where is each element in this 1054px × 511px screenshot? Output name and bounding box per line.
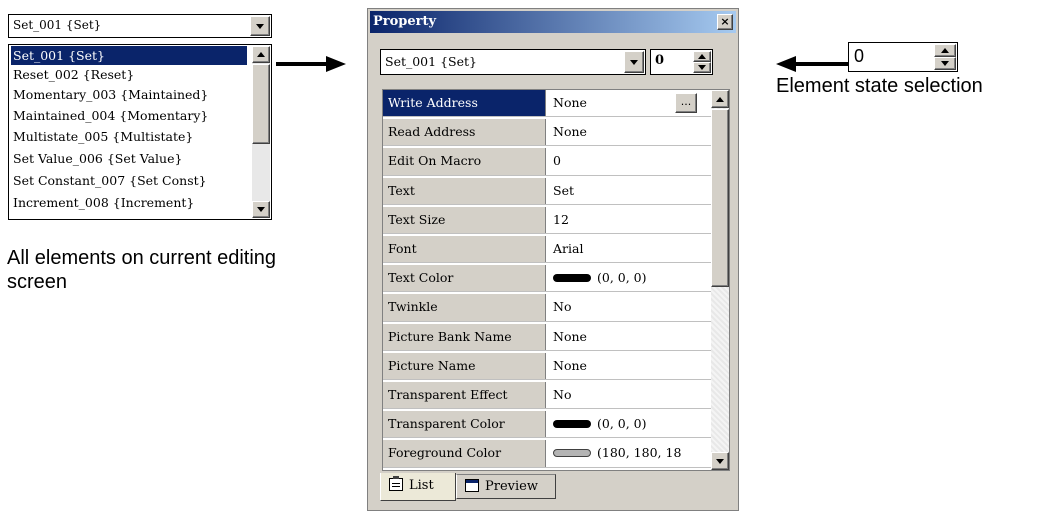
property-row[interactable]: Edit On Macro 0 [383,148,713,176]
list-item[interactable]: Increment_008 {Increment} [11,193,194,212]
property-row[interactable]: Write Address None ... [383,90,713,118]
property-name: Edit On Macro [383,148,546,175]
chevron-down-icon [630,59,638,65]
scroll-up-button[interactable] [252,46,270,63]
property-row[interactable]: Transparent Color (0, 0, 0) [383,411,713,439]
scroll-down-button[interactable] [252,201,270,218]
property-value: No [553,387,572,402]
property-name: Twinkle [383,294,546,321]
element-combo-box[interactable]: Set_001 {Set} [8,14,272,38]
property-combo-value: Set_001 {Set} [385,54,477,69]
property-value: Arial [553,241,584,256]
property-row[interactable]: Picture Name None [383,352,713,380]
list-scrollbar[interactable] [252,46,270,218]
browse-button[interactable]: ... [675,93,697,113]
property-row[interactable]: Foreground Color (180, 180, 18 [383,440,713,468]
color-swatch [553,448,591,457]
spin-up-button[interactable] [693,51,711,62]
property-name: Transparent Color [383,411,546,438]
scroll-up-button[interactable] [711,90,729,108]
state-selection-caption: Element state selection [776,75,983,97]
property-value: None [553,357,587,373]
element-list[interactable]: Set_001 {Set} Reset_002 {Reset} Momentar… [8,44,272,220]
state-spinner[interactable]: 0 [848,42,958,72]
property-value: Set [553,182,574,198]
list-item[interactable]: Reset_002 {Reset} [11,65,134,84]
property-row[interactable]: Twinkle No [383,294,713,322]
property-state-value: 0 [655,53,665,68]
property-value: (0, 0, 0) [597,416,647,432]
chevron-down-icon [941,61,949,66]
property-value: None [553,124,587,140]
scroll-thumb[interactable] [711,109,729,287]
property-row[interactable]: Picture Bank Name None [383,323,713,351]
property-row[interactable]: Read Address None [383,119,713,147]
property-row[interactable]: Text Color (0, 0, 0) [383,265,713,293]
list-item[interactable]: Set Value_006 {Set Value} [11,149,182,168]
property-name: Picture Name [383,352,546,379]
tab-list[interactable]: List [380,473,456,501]
close-icon[interactable]: × [717,14,733,30]
arrow-left-icon [776,56,850,72]
spin-down-button[interactable] [934,57,956,70]
scroll-thumb[interactable] [252,64,270,144]
property-name: Text Color [383,265,546,292]
property-name: Font [383,236,546,263]
list-item[interactable]: Set_001 {Set} [11,46,247,65]
window-icon [465,479,479,492]
chevron-down-icon [698,65,706,70]
property-name: Read Address [383,119,546,146]
property-window: Property × Set_001 {Set} 0 Write Address… [367,8,739,511]
chevron-up-icon [941,48,949,53]
color-swatch [553,273,591,282]
state-spinner-value: 0 [854,46,865,66]
tab-list-label: List [409,478,434,493]
combo-dropdown-button[interactable] [250,16,270,36]
property-value: (0, 0, 0) [597,270,647,286]
property-row[interactable]: Font Arial [383,236,713,264]
window-title: Property [373,14,437,29]
property-value: No [553,299,572,315]
list-item[interactable]: Maintained_004 {Momentary} [11,106,208,125]
combo-dropdown-button[interactable] [624,51,644,73]
property-name: Picture Bank Name [383,323,546,350]
property-title-bar: Property × [370,11,736,33]
property-name: Write Address [383,90,546,117]
element-combo-value: Set_001 {Set} [13,18,102,32]
chevron-down-icon [256,23,264,29]
property-element-combo[interactable]: Set_001 {Set} [380,49,646,75]
clipboard-icon [389,476,403,491]
property-state-spinner[interactable]: 0 [650,49,713,75]
property-value: None [553,328,587,344]
color-swatch [553,419,591,428]
property-name: Text [383,177,546,204]
property-name: Text Size [383,206,546,233]
chevron-up-icon [716,96,724,102]
property-name: Transparent Effect [383,382,546,409]
property-name: Foreground Color [383,440,546,467]
list-item[interactable]: Multistate_005 {Multistate} [11,127,193,146]
property-grid[interactable]: Write Address None ... Read Address None… [382,89,730,471]
property-value: (180, 180, 18 [597,445,682,461]
all-elements-caption: All elements on current editing screen [7,247,277,293]
chevron-up-icon [257,52,265,57]
tab-preview[interactable]: Preview [456,474,556,499]
chevron-up-icon [698,54,706,59]
list-item[interactable]: Set Constant_007 {Set Const} [11,171,207,190]
property-value: 12 [553,211,569,227]
chevron-down-icon [257,207,265,212]
scroll-down-button[interactable] [711,452,729,470]
list-item[interactable]: Momentary_003 {Maintained} [11,85,208,104]
property-row[interactable]: Text Size 12 [383,206,713,234]
property-scrollbar[interactable] [711,90,729,470]
arrow-right-icon [276,56,346,72]
chevron-down-icon [716,458,724,464]
property-row[interactable]: Text Set [383,177,713,205]
spin-down-button[interactable] [693,62,711,73]
property-value: 0 [553,153,561,169]
property-row[interactable]: Transparent Effect No [383,382,713,410]
tab-preview-label: Preview [485,479,538,494]
property-value: None [553,95,587,110]
spin-up-button[interactable] [934,44,956,57]
